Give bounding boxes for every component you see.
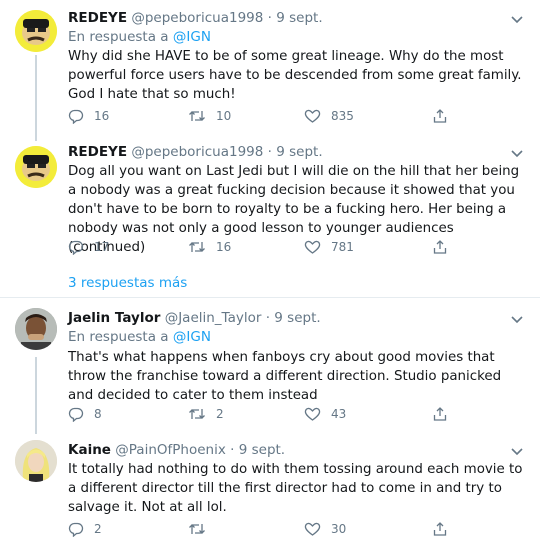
reply-count: 2 — [94, 522, 102, 536]
author-name[interactable]: REDEYE — [68, 144, 127, 160]
heart-icon — [304, 108, 321, 124]
avatar[interactable] — [15, 308, 57, 350]
share-icon — [432, 108, 448, 124]
author-handle[interactable]: @pepeboricua1998 — [131, 10, 263, 26]
share-icon — [432, 521, 448, 537]
reply-prefix: En respuesta a — [68, 29, 169, 45]
thread-connector — [35, 55, 37, 141]
tweet[interactable]: REDEYE @pepeboricua1998 · 9 sept. Dog al… — [0, 138, 540, 268]
like-button[interactable]: 781 — [304, 239, 354, 255]
author-name[interactable]: REDEYE — [68, 10, 127, 26]
tweet-date[interactable]: 9 sept. — [239, 442, 285, 458]
chevron-down-icon[interactable] — [510, 145, 524, 159]
reply-button[interactable]: 17 — [68, 239, 109, 255]
reply-prefix: En respuesta a — [68, 329, 169, 345]
tweet-actions: 8 2 43 — [68, 406, 468, 424]
reply-button[interactable]: 16 — [68, 108, 109, 124]
thread-connector — [35, 357, 37, 434]
tweet[interactable]: Kaine @PainOfPhoenix · 9 sept. It totall… — [0, 430, 540, 546]
tweet-text: Why did she HAVE to be of some great lin… — [68, 49, 522, 102]
retweet-button[interactable] — [188, 521, 216, 537]
heart-icon — [304, 406, 321, 422]
tweet-date[interactable]: 9 sept. — [276, 10, 322, 26]
heart-icon — [304, 521, 321, 537]
share-button[interactable] — [432, 406, 448, 422]
like-button[interactable]: 835 — [304, 108, 354, 124]
author-name[interactable]: Kaine — [68, 442, 111, 458]
tweet[interactable]: REDEYE @pepeboricua1998 · 9 sept. En res… — [0, 0, 540, 150]
separator-dot: · — [265, 310, 270, 326]
separator-dot: · — [267, 144, 272, 160]
tweet-date[interactable]: 9 sept. — [276, 144, 322, 160]
retweet-icon — [188, 521, 206, 537]
like-count: 30 — [331, 522, 347, 536]
tweet-actions: 17 16 781 — [68, 239, 468, 257]
share-button[interactable] — [432, 108, 448, 124]
tweet-actions: 2 30 — [68, 521, 468, 539]
author-handle[interactable]: @Jaelin_Taylor — [165, 310, 262, 326]
reply-icon — [68, 108, 84, 124]
author-handle[interactable]: @PainOfPhoenix — [115, 442, 226, 458]
tweet[interactable]: Jaelin Taylor @Jaelin_Taylor · 9 sept. E… — [0, 298, 540, 428]
share-button[interactable] — [432, 239, 448, 255]
like-count: 781 — [331, 240, 354, 254]
author-name[interactable]: Jaelin Taylor — [68, 310, 160, 326]
tweet-date[interactable]: 9 sept. — [274, 310, 320, 326]
retweet-button[interactable]: 2 — [188, 406, 224, 422]
like-count: 835 — [331, 109, 354, 123]
avatar[interactable] — [15, 440, 57, 482]
like-button[interactable]: 43 — [304, 406, 346, 422]
share-button[interactable] — [432, 521, 448, 537]
retweet-icon — [188, 239, 206, 255]
reply-context: En respuesta a @IGN — [68, 328, 211, 346]
reply-icon — [68, 521, 84, 537]
reply-mention[interactable]: @IGN — [173, 29, 211, 45]
reply-count: 16 — [94, 109, 110, 123]
retweet-count: 16 — [216, 240, 232, 254]
tweet-text: That's what happens when fanboys cry abo… — [68, 350, 502, 403]
retweet-count: 10 — [216, 109, 232, 123]
reply-button[interactable]: 2 — [68, 521, 102, 537]
tweet-text: It totally had nothing to do with them t… — [68, 462, 523, 515]
chevron-down-icon[interactable] — [510, 311, 524, 325]
reply-count: 8 — [94, 407, 102, 421]
chevron-down-icon[interactable] — [510, 443, 524, 457]
reply-icon — [68, 239, 84, 255]
retweet-icon — [188, 406, 206, 422]
like-button[interactable]: 30 — [304, 521, 346, 537]
separator-dot: · — [267, 10, 272, 26]
show-more-replies-link[interactable]: 3 respuestas más — [68, 274, 187, 292]
reply-icon — [68, 406, 84, 422]
retweet-button[interactable]: 10 — [188, 108, 231, 124]
share-icon — [432, 406, 448, 422]
reply-count: 17 — [94, 240, 110, 254]
author-handle[interactable]: @pepeboricua1998 — [131, 144, 263, 160]
reply-context: En respuesta a @IGN — [68, 28, 211, 46]
share-icon — [432, 239, 448, 255]
chevron-down-icon[interactable] — [510, 11, 524, 25]
like-count: 43 — [331, 407, 347, 421]
retweet-button[interactable]: 16 — [188, 239, 231, 255]
avatar[interactable] — [15, 10, 57, 52]
reply-button[interactable]: 8 — [68, 406, 102, 422]
retweet-icon — [188, 108, 206, 124]
reply-mention[interactable]: @IGN — [173, 329, 211, 345]
separator-dot: · — [230, 442, 235, 458]
avatar[interactable] — [15, 146, 57, 188]
tweet-actions: 16 10 835 — [68, 108, 468, 126]
heart-icon — [304, 239, 321, 255]
retweet-count: 2 — [216, 407, 224, 421]
